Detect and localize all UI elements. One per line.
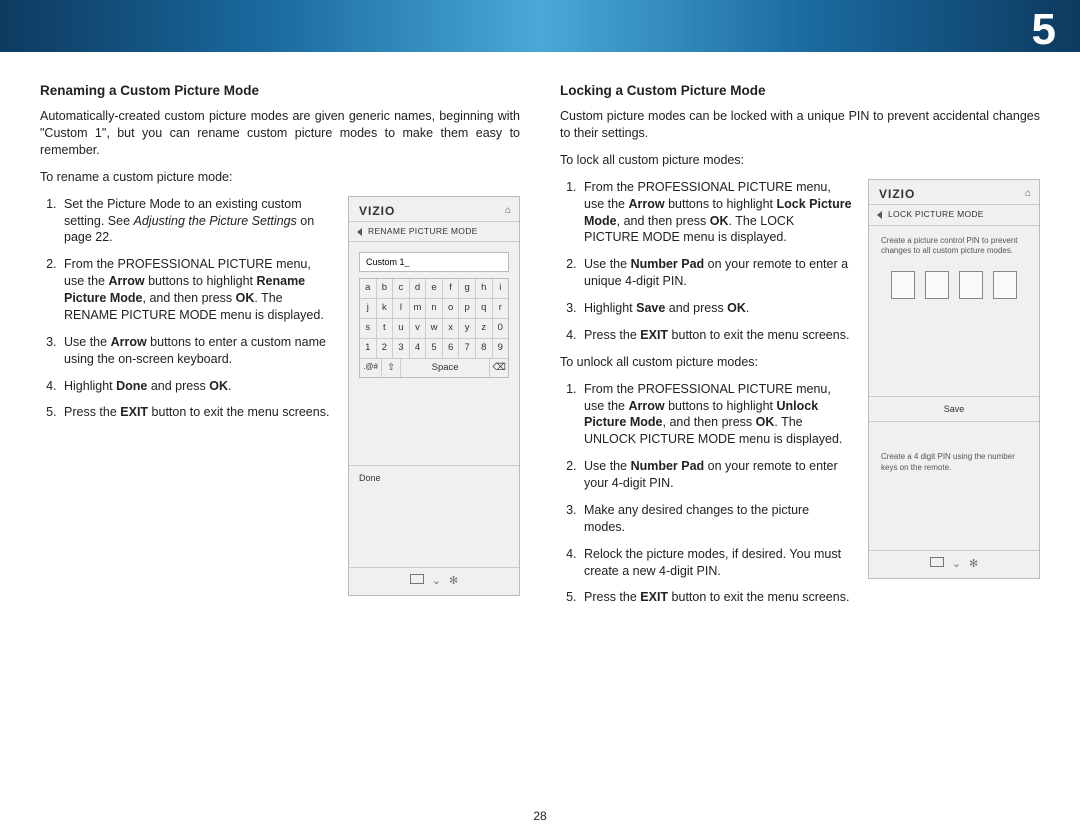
rename-steps: Set the Picture Mode to an existing cust… <box>40 196 332 422</box>
unlock-step-4: Relock the picture modes, if desired. Yo… <box>580 546 852 580</box>
lock-step-3: Highlight Save and press OK. <box>580 300 852 317</box>
rename-step-4: Highlight Done and press OK. <box>60 378 332 395</box>
page-number: 28 <box>0 808 1080 824</box>
lock-step-1: From the PROFESSIONAL PICTURE menu, use … <box>580 179 852 247</box>
rename-input[interactable] <box>359 252 509 272</box>
pin-digit-1[interactable] <box>891 271 915 299</box>
pin-digit-2[interactable] <box>925 271 949 299</box>
osd-footer-icons: ⌄ ✻ <box>869 550 1039 578</box>
osd-subhead: LOCK PICTURE MODE <box>869 204 1039 225</box>
kbd-shift[interactable]: ⇧ <box>382 359 401 378</box>
unlock-step-3: Make any desired changes to the picture … <box>580 502 852 536</box>
rename-step-1: Set the Picture Mode to an existing cust… <box>60 196 332 247</box>
osd-brand: VIZIO <box>879 186 915 202</box>
back-icon <box>357 228 362 236</box>
kbd-space[interactable]: Space <box>401 359 490 378</box>
chapter-number: 5 <box>1032 0 1056 59</box>
save-button[interactable]: Save <box>869 396 1039 422</box>
kbd-symbols[interactable]: .@# <box>360 359 382 378</box>
rename-step-2: From the PROFESSIONAL PICTURE menu, use … <box>60 256 332 324</box>
lock-intro: Custom picture modes can be locked with … <box>560 108 1040 142</box>
unlock-leadin: To unlock all custom picture modes: <box>560 354 852 371</box>
gear-icon: ✻ <box>969 557 978 572</box>
right-column: Locking a Custom Picture Mode Custom pic… <box>560 82 1040 616</box>
osd-subhead: RENAME PICTURE MODE <box>349 221 519 242</box>
header-band: 5 <box>0 0 1080 52</box>
on-screen-keyboard[interactable]: abcdefghi jklmnopqr stuvwxyz0 123456789 <box>359 278 509 378</box>
chevron-down-icon: ⌄ <box>952 557 961 572</box>
lock-leadin: To lock all custom picture modes: <box>560 152 1040 169</box>
lock-heading: Locking a Custom Picture Mode <box>560 82 1040 100</box>
osd-brand: VIZIO <box>359 203 395 219</box>
rename-heading: Renaming a Custom Picture Mode <box>40 82 520 100</box>
left-column: Renaming a Custom Picture Mode Automatic… <box>40 82 520 616</box>
rename-step-3: Use the Arrow buttons to enter a custom … <box>60 334 332 368</box>
gear-icon: ✻ <box>449 574 458 589</box>
lock-steps: From the PROFESSIONAL PICTURE menu, use … <box>560 179 852 344</box>
home-icon: ⌂ <box>505 204 511 218</box>
unlock-steps: From the PROFESSIONAL PICTURE menu, use … <box>560 381 852 607</box>
chevron-down-icon: ⌄ <box>432 574 441 589</box>
rename-intro: Automatically-created custom picture mod… <box>40 108 520 159</box>
pin-digit-3[interactable] <box>959 271 983 299</box>
wide-icon <box>410 574 424 584</box>
wide-icon <box>930 557 944 567</box>
lock-step-2: Use the Number Pad on your remote to ent… <box>580 256 852 290</box>
rename-step-5: Press the EXIT button to exit the menu s… <box>60 404 332 421</box>
back-icon <box>877 211 882 219</box>
pin-entry[interactable] <box>879 271 1029 299</box>
unlock-step-5: Press the EXIT button to exit the menu s… <box>580 589 852 606</box>
unlock-step-1: From the PROFESSIONAL PICTURE menu, use … <box>580 381 852 449</box>
lock-info-top: Create a picture control PIN to prevent … <box>879 236 1029 258</box>
pin-digit-4[interactable] <box>993 271 1017 299</box>
rename-osd: VIZIO ⌂ RENAME PICTURE MODE abcdefghi jk… <box>348 196 520 596</box>
rename-leadin: To rename a custom picture mode: <box>40 169 520 186</box>
osd-footer-icons: ⌄ ✻ <box>349 567 519 595</box>
kbd-done[interactable]: Done <box>349 465 519 490</box>
home-icon: ⌂ <box>1025 187 1031 201</box>
lock-osd: VIZIO ⌂ LOCK PICTURE MODE Create a pictu… <box>868 179 1040 579</box>
kbd-backspace[interactable]: ⌫ <box>490 359 508 378</box>
unlock-step-2: Use the Number Pad on your remote to ent… <box>580 458 852 492</box>
lock-step-4: Press the EXIT button to exit the menu s… <box>580 327 852 344</box>
lock-info-bottom: Create a 4 digit PIN using the number ke… <box>869 422 1039 474</box>
